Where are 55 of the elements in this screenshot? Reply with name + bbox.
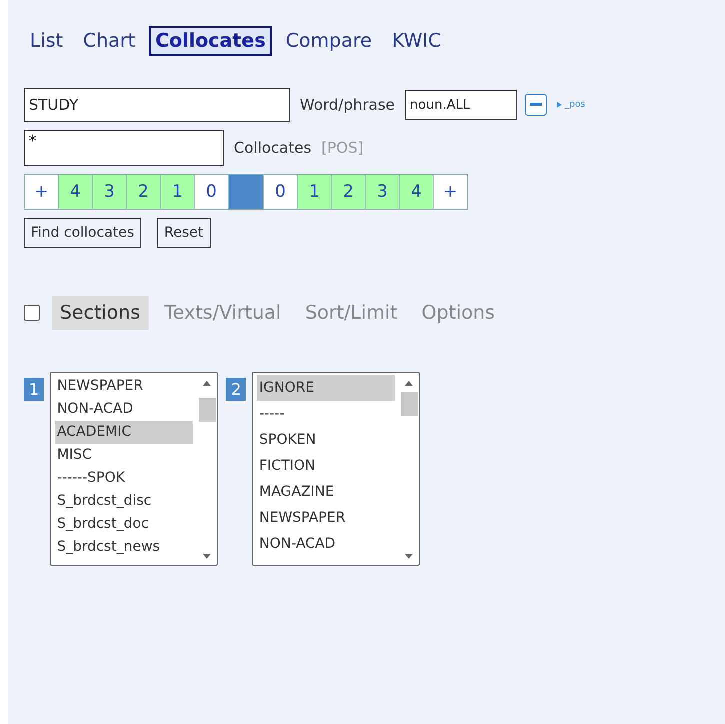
minus-icon [530, 103, 542, 107]
list-option[interactable]: FICTION [257, 453, 396, 479]
list-box[interactable]: IGNORE ----- SPOKEN FICTION MAGAZINE NEWSPAPER NON-ACAD [252, 372, 420, 566]
mode-tab[interactable]: Collocates [149, 26, 272, 56]
mode-tab[interactable]: Chart [77, 26, 142, 56]
mode-tab[interactable]: KWIC [386, 26, 448, 56]
scroll-up-icon[interactable] [203, 381, 212, 386]
span-cell[interactable]: 0 [263, 175, 297, 209]
span-cell[interactable]: + [433, 175, 467, 209]
mode-tab[interactable]: List [24, 26, 70, 56]
word-field[interactable]: STUDY [24, 88, 290, 122]
list-option[interactable]: ------SPOK [55, 467, 194, 490]
section-tab[interactable]: Sections [52, 296, 148, 330]
scroll-thumb[interactable] [400, 392, 418, 416]
mode-tab[interactable]: Compare [280, 26, 378, 56]
pos-field[interactable]: noun.ALL [405, 90, 518, 120]
list-option[interactable]: S_brdcst_doc [55, 513, 194, 536]
span-cell[interactable]: 1 [160, 175, 194, 209]
reset-button[interactable]: Reset [157, 218, 211, 248]
span-cell[interactable]: 4 [399, 175, 433, 209]
span-cell[interactable]: + [25, 175, 58, 209]
field-label: Collocates [234, 139, 312, 157]
list-box[interactable]: NEWSPAPER NON-ACAD ACADEMIC MISC ------SPOK S_brdcst_disc S_brdcst_doc S_brdcst_news [50, 372, 218, 566]
span-cell[interactable]: 1 [297, 175, 331, 209]
scroll-thumb[interactable] [198, 398, 216, 422]
scroll-up-icon[interactable] [405, 381, 414, 386]
number-badge: 1 [24, 378, 44, 401]
list-option[interactable]: SPOKEN [257, 427, 396, 453]
find-button[interactable]: Find collocates [24, 218, 142, 248]
span-cell[interactable]: 3 [92, 175, 126, 209]
scroll-down-icon[interactable] [203, 554, 212, 559]
scroll-down-icon[interactable] [405, 554, 414, 559]
number-badge: 2 [226, 378, 246, 401]
list-option[interactable]: MISC [55, 444, 194, 467]
span-cell[interactable]: 4 [58, 175, 92, 209]
list-option[interactable]: NEWSPAPER [55, 375, 194, 398]
collocates-field[interactable]: * [24, 130, 224, 166]
list-option[interactable]: ----- [257, 401, 396, 427]
span-cell[interactable]: 0 [194, 175, 228, 209]
checkbox[interactable] [24, 305, 40, 321]
list-option[interactable]: IGNORE [257, 375, 396, 401]
field-label: Word/phrase [300, 96, 396, 114]
list-option[interactable]: S_brdcst_disc [55, 490, 194, 513]
node-cell [228, 175, 263, 209]
list-option[interactable]: MAGAZINE [257, 479, 396, 505]
triangle-icon [557, 102, 562, 108]
list-option[interactable]: ACADEMIC [55, 421, 194, 444]
list-option[interactable]: NON-ACAD [55, 398, 194, 421]
span-cell[interactable]: 3 [365, 175, 399, 209]
list-option[interactable]: NEWSPAPER [257, 505, 396, 531]
span-cell[interactable]: 2 [331, 175, 365, 209]
list-option[interactable]: NON-ACAD [257, 531, 396, 557]
span-cell[interactable]: 2 [126, 175, 160, 209]
collapse-button[interactable] [525, 94, 548, 116]
list-option[interactable]: S_brdcst_news [55, 536, 194, 559]
